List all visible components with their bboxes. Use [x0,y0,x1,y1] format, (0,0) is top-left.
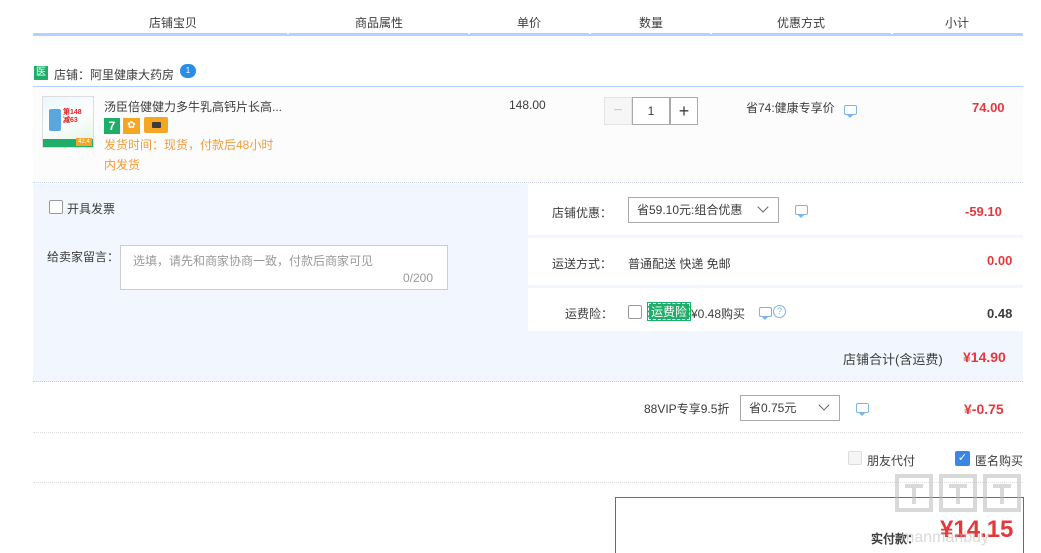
panel-divider [33,229,526,232]
product-thumbnail[interactable]: 第148 减63 42.4 [42,96,94,148]
vip-discount-row [33,383,1023,433]
medicine-shop-icon: 医 [34,66,48,80]
header-divider [710,30,712,34]
shop-badge-icon[interactable]: 1 [180,64,196,78]
credit-card-icon[interactable] [144,117,168,133]
col-unit-price: 单价 [516,16,541,30]
chat-icon[interactable] [856,403,869,416]
shop-total-label: 店铺合计(含运费) [843,352,943,367]
chat-icon[interactable] [795,205,808,218]
chat-icon[interactable] [759,307,772,320]
watermark-logo: manmanbuy [895,474,1021,546]
header-divider [287,30,289,34]
vip-discount-amount: ¥-0.75 [964,401,1004,417]
header-divider [891,30,893,34]
col-subtotal: 小计 [944,16,969,30]
ship-time: 发货时间：现货，付款后48小时内发货 [104,138,274,172]
shop-discount-value: 省59.10元:组合优惠 [637,203,743,217]
col-quantity: 数量 [638,16,663,30]
friend-pay-label[interactable]: 朋友代付 [867,452,915,469]
thumb-promo-text: 第148 减63 [63,109,82,124]
invoice-checkbox[interactable] [49,200,63,214]
panel-divider [528,235,1023,238]
insurance-price: ¥0.48购买 [691,307,746,321]
col-shop-item: 店铺宝贝 [148,16,197,30]
vip-label: 88VIP专享9.5折 [644,402,730,416]
friend-pay-checkbox[interactable] [848,451,862,465]
quantity-increase-button[interactable]: + [670,97,698,125]
quantity-decrease-button[interactable]: − [604,97,632,125]
header-divider [468,30,470,34]
message-label: 给卖家留言： [47,250,120,264]
message-placeholder: 选填，请先和商家协商一致，付款后商家可见 [133,254,374,268]
quantity-input[interactable]: 1 [632,97,670,125]
shop-discount-select[interactable]: 省59.10元:组合优惠 [628,197,779,223]
svg-text:manmanbuy: manmanbuy [901,529,989,546]
guarantee-icon[interactable]: ✿ [123,118,140,134]
invoice-label[interactable]: 开具发票 [67,200,115,217]
thumb-price-tag: 42.4 [76,138,92,146]
col-attributes: 商品属性 [354,16,403,30]
anonymous-checkbox[interactable]: ✓ [955,451,970,466]
product-bottle-icon [49,109,61,131]
shipping-method: 普通配送 快递 免邮 [628,257,731,271]
anonymous-label[interactable]: 匿名购买 [975,452,1023,469]
insurance-amount: 0.48 [987,306,1013,321]
vip-discount-value: 省0.75元 [749,401,797,415]
product-title[interactable]: 汤臣倍健健力多牛乳高钙片长高... [104,98,282,115]
panel-divider [528,285,1023,288]
cart-header: 店铺宝贝 商品属性 单价 数量 优惠方式 小计 [33,0,1023,36]
item-subtotal: 74.00 [972,100,1005,115]
col-discount: 优惠方式 [776,16,825,30]
header-divider [589,30,591,34]
insurance-label: 运费险： [565,307,614,321]
item-promotion: 省74:健康专享价 [746,101,835,115]
shop-discount-label: 店铺优惠： [552,206,613,220]
chat-icon[interactable] [844,105,857,118]
help-icon[interactable]: ? [773,305,786,318]
shipping-amount: 0.00 [987,253,1013,268]
shop-name[interactable]: 店铺：阿里健康大药房 [54,66,174,83]
shop-discount-amount: -59.10 [965,204,1002,219]
message-char-count: 0/200 [403,271,434,285]
seven-day-return-icon[interactable]: 7 [104,118,120,134]
unit-price: 148.00 [509,98,546,112]
shop-total: ¥14.90 [963,349,1006,365]
insurance-checkbox[interactable] [628,305,642,319]
insurance-tag: 运费险 [646,302,692,321]
shipping-label: 运送方式： [552,257,613,271]
